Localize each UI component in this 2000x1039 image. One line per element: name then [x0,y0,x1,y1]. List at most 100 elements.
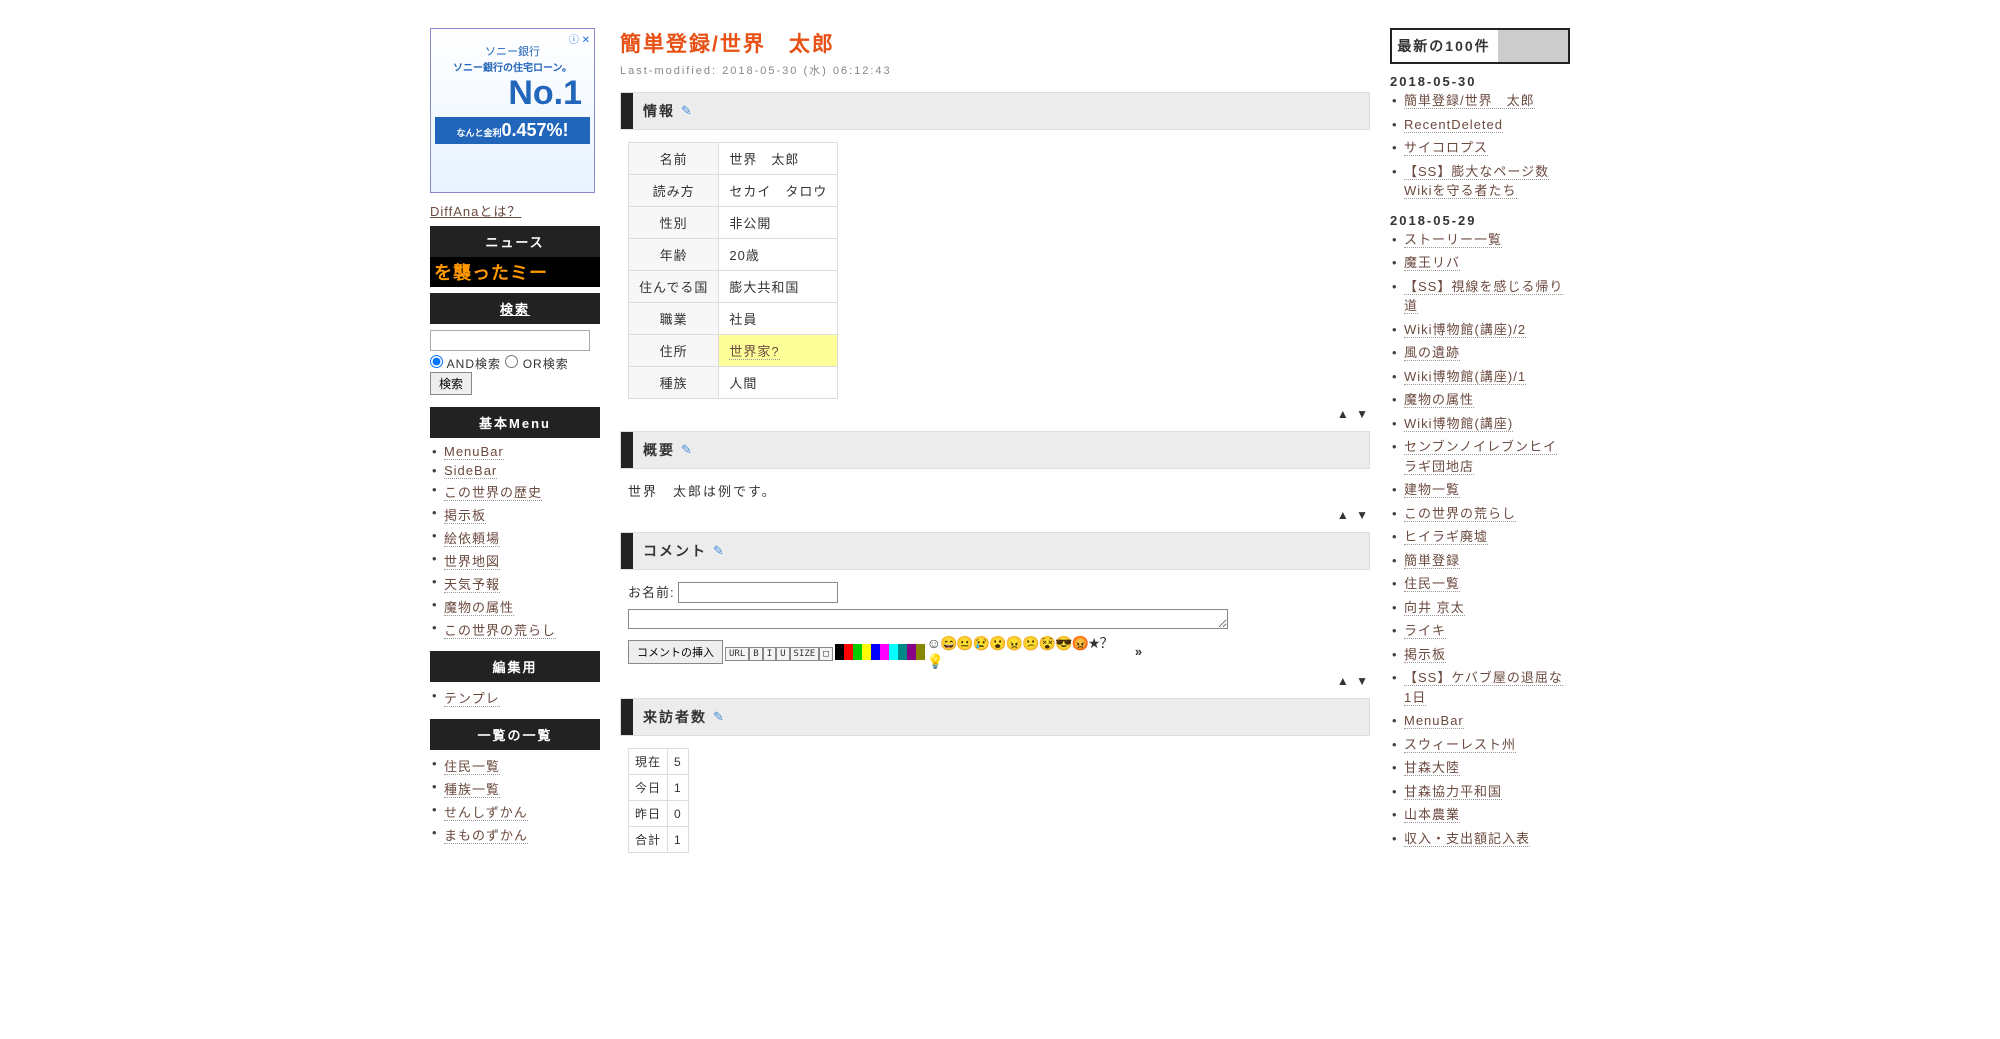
recent-item[interactable]: 簡単登録 [1390,549,1570,573]
edit-icon[interactable]: ✎ [681,442,692,458]
recent-item[interactable]: 甘森大陸 [1390,756,1570,780]
recent-item[interactable]: 掲示板 [1390,643,1570,667]
recent-item[interactable]: Wiki博物館(講座)/1 [1390,365,1570,389]
recent-item[interactable]: サイコロプス [1390,136,1570,160]
and-radio[interactable] [430,355,443,368]
format-button[interactable]: I [763,647,776,661]
format-button[interactable]: □ [819,647,832,661]
edit-icon[interactable]: ✎ [713,709,724,725]
emoji-button[interactable]: 😡 [1071,635,1088,651]
recent-item[interactable]: 簡単登録/世界 太郎 [1390,89,1570,113]
diffana-link[interactable]: DiffAnaとは？ [430,204,521,219]
recent-item[interactable]: 収入・支出額記入表 [1390,827,1570,851]
recent-item[interactable]: RecentDeleted [1390,113,1570,137]
recent-item[interactable]: ヒイラギ廃墟 [1390,525,1570,549]
recent-item[interactable]: 建物一覧 [1390,478,1570,502]
menu-item[interactable]: 掲示板 [430,503,600,526]
nav-arrows[interactable]: ▲ ▼ [620,674,1370,688]
visitor-value: 5 [668,749,689,775]
recent-item[interactable]: 山本農業 [1390,803,1570,827]
emoji-button[interactable]: 😕 [1022,635,1039,651]
emoji-button[interactable]: 😐 [956,635,973,651]
menu-item[interactable]: 世界地図 [430,549,600,572]
color-swatch[interactable] [835,644,844,660]
recent-item[interactable]: 甘森協力平和国 [1390,780,1570,804]
menu-item[interactable]: 絵依頼場 [430,526,600,549]
info-key: 性別 [629,207,719,239]
format-button[interactable]: URL [725,647,749,661]
menu-item[interactable]: まものずかん [430,823,600,846]
color-swatch[interactable] [844,644,853,660]
visitor-key: 合計 [629,827,668,853]
comment-section-header: コメント ✎ [620,532,1370,570]
nav-arrows[interactable]: ▲ ▼ [620,407,1370,421]
menu-item[interactable]: この世界の荒らし [430,618,600,641]
recent-item[interactable]: 向井 京太 [1390,596,1570,620]
color-swatch[interactable] [880,644,889,660]
name-input[interactable] [678,582,838,603]
color-swatch[interactable] [862,644,871,660]
edit-icon[interactable]: ✎ [713,543,724,559]
menu-item[interactable]: 魔物の属性 [430,595,600,618]
color-swatch[interactable] [898,644,907,660]
recent-item[interactable]: センブンノイレブンヒイラギ団地店 [1390,435,1570,478]
emoji-button[interactable]: 😎 [1055,635,1072,651]
recent-item[interactable]: 風の遺跡 [1390,341,1570,365]
menu-item[interactable]: 住民一覧 [430,754,600,777]
color-swatch[interactable] [907,644,916,660]
color-swatch[interactable] [916,644,925,660]
menu-item[interactable]: 種族一覧 [430,777,600,800]
nav-arrows[interactable]: ▲ ▼ [620,508,1370,522]
summary-text: 世界 太郎は例です。 [628,481,1370,500]
comment-textarea[interactable] [628,609,1228,629]
emoji-button[interactable]: ？ [1099,635,1113,651]
or-search-option[interactable]: OR検索 [505,357,568,371]
recent-item[interactable]: 魔物の属性 [1390,388,1570,412]
info-value: 人間 [719,367,838,399]
info-value: 非公開 [719,207,838,239]
emoji-button[interactable]: 😄 [940,635,957,651]
emoji-button[interactable]: ☺ [927,635,941,651]
edit-icon[interactable]: ✎ [681,103,692,119]
menu-item[interactable]: テンプレ [430,686,600,709]
menu-item[interactable]: SideBar [430,461,600,480]
recent-item[interactable]: 【SS】膨大なページ数Wikiを守る者たち [1390,160,1570,203]
color-swatch[interactable] [853,644,862,660]
ad-banner[interactable]: ⓘ ✕ ソニー銀行 ソニー銀行の住宅ローン。 No.1 なんと金利0.457%! [430,28,595,193]
emoji-button[interactable]: 😠 [1006,635,1023,651]
recent-item[interactable]: スウィーレスト州 [1390,733,1570,757]
color-swatch[interactable] [889,644,898,660]
recent-item[interactable]: 【SS】ケバブ屋の退屈な1日 [1390,666,1570,709]
recent-item[interactable]: 魔王リバ [1390,251,1570,275]
more-icon[interactable]: » [1135,644,1142,659]
menu-item[interactable]: この世界の歴史 [430,480,600,503]
and-search-option[interactable]: AND検索 [430,357,501,371]
search-button[interactable]: 検索 [430,372,472,395]
recent-item[interactable]: Wiki博物館(講座) [1390,412,1570,436]
info-key: 名前 [629,143,719,175]
menu-item[interactable]: せんしずかん [430,800,600,823]
format-button[interactable]: U [776,647,789,661]
format-button[interactable]: B [749,647,762,661]
emoji-button[interactable]: 😢 [973,635,990,651]
or-radio[interactable] [505,355,518,368]
info-key: 住所 [629,335,719,367]
color-swatch[interactable] [871,644,880,660]
menu-item[interactable]: MenuBar [430,442,600,461]
visitor-key: 昨日 [629,801,668,827]
recent-item[interactable]: ストーリー一覧 [1390,228,1570,252]
menu-item[interactable]: 天気予報 [430,572,600,595]
recent-item[interactable]: MenuBar [1390,709,1570,733]
recent-item[interactable]: 住民一覧 [1390,572,1570,596]
ad-badge[interactable]: ⓘ ✕ [569,31,590,46]
insert-comment-button[interactable]: コメントの挿入 [628,640,723,664]
emoji-button[interactable]: 😮 [989,635,1006,651]
recent-item[interactable]: Wiki博物館(講座)/2 [1390,318,1570,342]
format-button[interactable]: SIZE [790,647,820,661]
recent-item[interactable]: この世界の荒らし [1390,502,1570,526]
recent-item[interactable]: ライキ [1390,619,1570,643]
recent-item[interactable]: 【SS】視線を感じる帰り道 [1390,275,1570,318]
emoji-button[interactable]: 😵 [1039,635,1056,651]
emoji-button[interactable]: 💡 [927,653,944,669]
search-input[interactable] [430,330,590,351]
